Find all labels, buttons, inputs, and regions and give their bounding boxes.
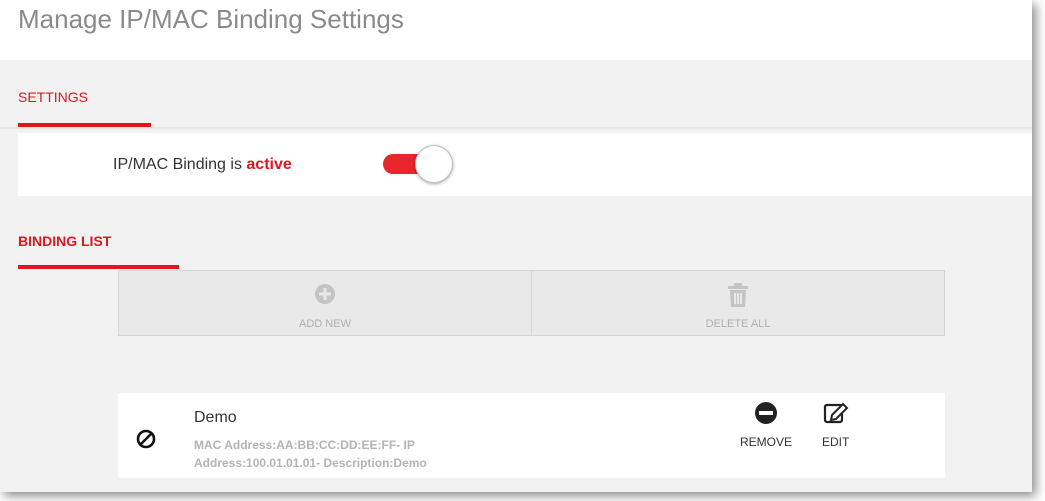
entry-detail-line-1: MAC Address:AA:BB:CC:DD:EE:FF- IP xyxy=(194,438,415,452)
binding-toggle[interactable] xyxy=(383,145,453,183)
add-new-label: ADD NEW xyxy=(299,318,351,330)
settings-section-heading: SETTINGS xyxy=(18,89,89,105)
entry-detail-line-2: Address:100.01.01.01- Description:Demo xyxy=(194,456,427,470)
edit-label: EDIT xyxy=(822,435,850,449)
page-header: Manage IP/MAC Binding Settings xyxy=(0,0,1032,60)
binding-status-row: IP/MAC Binding is active xyxy=(18,133,1032,196)
delete-all-label: DELETE ALL xyxy=(705,318,771,330)
block-icon xyxy=(136,429,156,454)
page-title: Manage IP/MAC Binding Settings xyxy=(18,4,404,34)
plus-circle-icon xyxy=(314,283,336,310)
binding-list-section-heading: BINDING LIST xyxy=(18,233,112,249)
binding-action-bar: ADD NEW DELETE ALL xyxy=(118,270,945,336)
binding-status-prefix: IP/MAC Binding is xyxy=(113,156,242,173)
trash-icon xyxy=(727,283,749,312)
settings-divider xyxy=(0,127,1032,129)
binding-settings-panel: Manage IP/MAC Binding Settings SETTINGS … xyxy=(0,0,1032,492)
edit-button[interactable]: EDIT xyxy=(822,401,849,449)
delete-all-button[interactable]: DELETE ALL xyxy=(531,271,944,335)
minus-circle-icon xyxy=(754,402,778,429)
binding-status-value: active xyxy=(246,156,292,173)
entry-details: MAC Address:AA:BB:CC:DD:EE:FF- IP Addres… xyxy=(194,436,534,472)
add-new-button[interactable]: ADD NEW xyxy=(119,271,531,335)
toggle-knob xyxy=(415,145,453,183)
binding-status-text: IP/MAC Binding is active xyxy=(113,156,292,174)
remove-button[interactable]: REMOVE xyxy=(740,401,792,449)
entry-name: Demo xyxy=(194,409,237,426)
edit-icon xyxy=(823,402,849,429)
binding-entry: Demo MAC Address:AA:BB:CC:DD:EE:FF- IP A… xyxy=(118,393,945,478)
binding-list-section-underline xyxy=(18,265,179,269)
remove-label: REMOVE xyxy=(740,435,793,449)
